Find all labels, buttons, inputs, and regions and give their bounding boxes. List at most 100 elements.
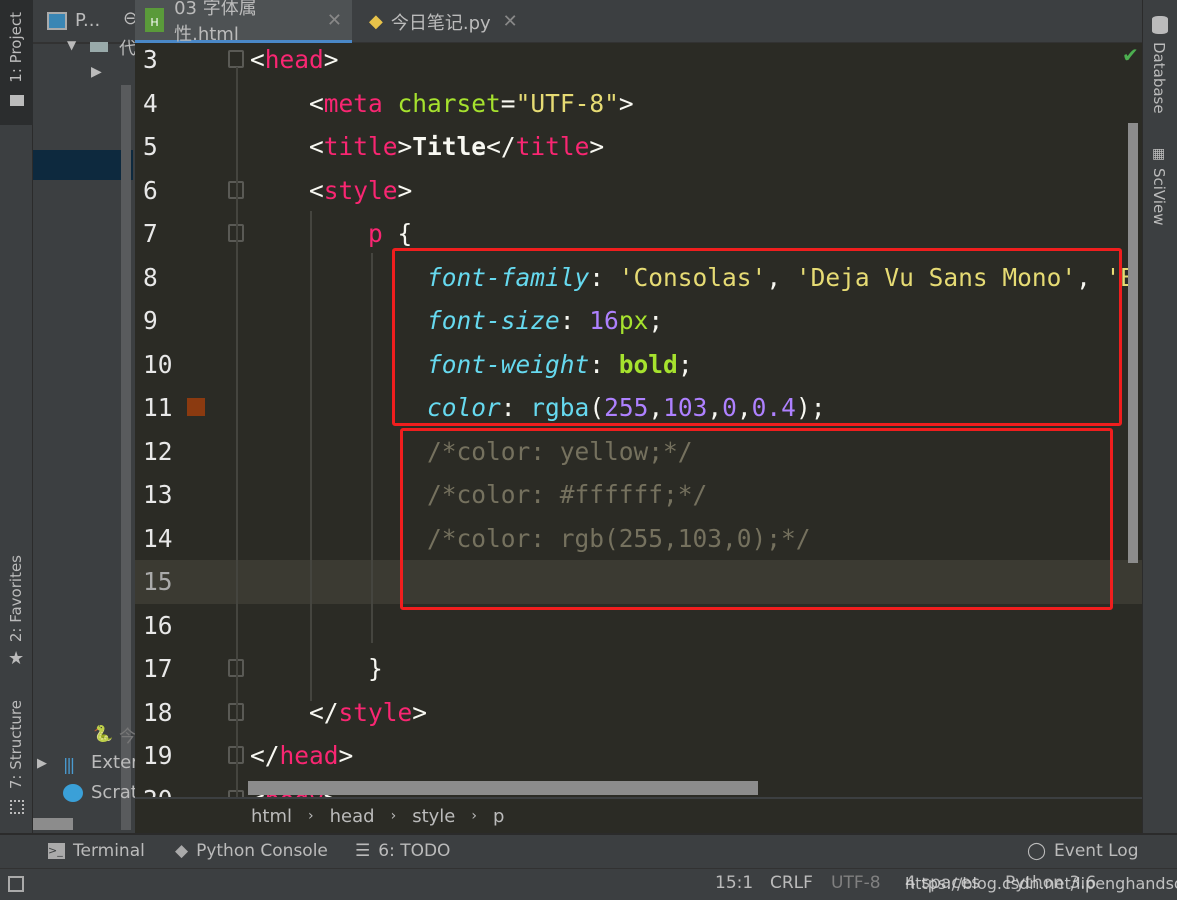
code-token: } bbox=[250, 654, 383, 683]
code-token: p bbox=[368, 219, 383, 248]
line-number: 14 bbox=[143, 523, 173, 553]
python-console-label: Python Console bbox=[196, 841, 328, 861]
project-label: 1: Project bbox=[7, 12, 25, 83]
chevron-right-icon: › bbox=[471, 808, 477, 824]
line-number: 16 bbox=[143, 610, 173, 640]
folder-icon bbox=[10, 95, 24, 106]
collapse-arrow-icon[interactable]: ▶ bbox=[91, 64, 102, 80]
library-icon: ||| bbox=[63, 755, 75, 774]
code-token: charset bbox=[382, 88, 501, 118]
code-text: } bbox=[250, 647, 383, 691]
code-text: <meta charset="UTF-8"> bbox=[250, 82, 634, 126]
code-line[interactable]: 18 </style> bbox=[135, 691, 1142, 735]
horizontal-scrollbar[interactable] bbox=[33, 818, 73, 830]
python-icon: ◆ bbox=[175, 841, 189, 861]
color-swatch[interactable] bbox=[187, 398, 205, 416]
code-line[interactable]: 6 <style> bbox=[135, 169, 1142, 213]
left-tool-strip: 1: Project 2: Favorites ★ 7: Structure bbox=[0, 0, 33, 868]
tool-window-bar: >_ Terminal ◆ Python Console ☰ 6: TODO ◯ Eve… bbox=[0, 833, 1177, 868]
breadcrumb-item[interactable]: style bbox=[412, 806, 455, 827]
line-separator[interactable]: CRLF bbox=[770, 873, 813, 893]
favorites-tool-button[interactable]: 2: Favorites bbox=[7, 555, 25, 642]
sciview-icon: ▦ bbox=[1152, 146, 1166, 162]
sciview-tool-button[interactable]: SciView bbox=[1150, 168, 1168, 226]
event-log-label: Event Log bbox=[1054, 841, 1139, 861]
todo-button[interactable]: ☰ 6: TODO bbox=[355, 841, 450, 861]
close-icon[interactable]: ✕ bbox=[503, 11, 518, 32]
horizontal-scrollbar[interactable] bbox=[248, 781, 758, 795]
line-number: 8 bbox=[143, 262, 158, 292]
status-bar: 15:1 CRLF UTF-8 4 spaces Python 3.6 http… bbox=[0, 868, 1177, 900]
chevron-right-icon: › bbox=[308, 808, 314, 824]
code-line[interactable]: 3 <head> bbox=[135, 43, 1142, 82]
breadcrumb-item[interactable]: head bbox=[330, 806, 375, 827]
line-number: 12 bbox=[143, 436, 173, 466]
tab-notes-py[interactable]: ◆ 今日笔记.py ✕ bbox=[359, 0, 528, 43]
fold-marker-icon[interactable] bbox=[228, 50, 244, 68]
line-number: 17 bbox=[143, 654, 173, 683]
project-panel: P... ⊖ ▼ 代 ▶ 🐍 今 ▶ ||| Exter Scrat bbox=[33, 0, 139, 833]
code-line[interactable]: 16 bbox=[135, 604, 1142, 648]
code-text: <title>Title</title> bbox=[250, 125, 604, 169]
expand-arrow-icon[interactable]: ▶ bbox=[37, 756, 47, 771]
tree-item-scratches[interactable]: Scrat bbox=[91, 782, 138, 803]
tab-03-html[interactable]: H 03 字体属性.html ✕ bbox=[135, 0, 352, 45]
code-token: </ bbox=[486, 132, 516, 161]
code-token: > bbox=[338, 741, 354, 770]
code-token: > bbox=[397, 175, 413, 205]
chevron-right-icon: › bbox=[390, 808, 397, 824]
file-encoding[interactable]: UTF-8 bbox=[831, 873, 881, 893]
line-number: 11 bbox=[143, 393, 173, 422]
python-console-button[interactable]: ◆ Python Console bbox=[175, 841, 328, 861]
list-icon: ☰ bbox=[355, 841, 371, 861]
event-log-button[interactable]: ◯ Event Log bbox=[1027, 841, 1139, 861]
project-view-selector[interactable]: P... bbox=[75, 10, 100, 31]
code-token: head bbox=[264, 45, 324, 74]
terminal-label: Terminal bbox=[73, 841, 145, 861]
code-line[interactable]: 4 <meta charset="UTF-8"> bbox=[135, 82, 1142, 126]
watermark: https://blog.csdn.net/lipenghandsome bbox=[905, 874, 1177, 893]
code-line[interactable]: 5 <title>Title</title> bbox=[135, 125, 1142, 169]
database-icon bbox=[1152, 16, 1168, 34]
tree-item[interactable]: 今 bbox=[119, 722, 136, 747]
breadcrumb-item[interactable]: p bbox=[493, 806, 504, 827]
breadcrumb-item[interactable]: html bbox=[251, 806, 292, 827]
html-file-icon: H bbox=[145, 8, 165, 32]
code-token: > bbox=[323, 45, 339, 74]
line-number: 4 bbox=[143, 88, 158, 118]
structure-tool-button[interactable]: 7: Structure bbox=[7, 700, 25, 789]
todo-label: 6: TODO bbox=[378, 841, 451, 861]
vertical-scrollbar[interactable] bbox=[1128, 123, 1138, 563]
caret-position[interactable]: 15:1 bbox=[715, 873, 753, 893]
event-log-icon: ◯ bbox=[1027, 841, 1047, 861]
highlight-box-comments bbox=[400, 428, 1113, 610]
close-icon[interactable]: ✕ bbox=[327, 10, 342, 31]
project-view-icon bbox=[47, 12, 67, 30]
database-tool-button[interactable]: Database bbox=[1150, 42, 1168, 114]
code-token: title bbox=[323, 132, 398, 161]
code-token: title bbox=[515, 132, 590, 161]
expand-arrow-icon[interactable]: ▼ bbox=[67, 38, 76, 52]
code-editor[interactable]: 3 <head> 4 <meta charset="UTF-8"> 5 <title>… bbox=[135, 43, 1142, 797]
highlight-box-properties bbox=[392, 248, 1122, 426]
selected-tree-row[interactable] bbox=[33, 150, 133, 180]
terminal-icon: >_ bbox=[48, 843, 65, 859]
project-tool-button[interactable]: 1: Project bbox=[0, 0, 33, 125]
ok-check-icon[interactable]: ✔ bbox=[1122, 43, 1139, 67]
code-token: > bbox=[397, 132, 413, 161]
line-number: 13 bbox=[143, 480, 173, 509]
tree-item[interactable]: 代 bbox=[119, 34, 136, 59]
tab-label: 今日笔记.py bbox=[390, 12, 491, 34]
code-line[interactable]: 19 </head> bbox=[135, 734, 1142, 778]
tree-item-external-libraries[interactable]: Exter bbox=[91, 752, 139, 773]
line-number: 6 bbox=[143, 175, 158, 205]
line-number: 19 bbox=[143, 741, 173, 770]
code-token: head bbox=[279, 741, 339, 770]
layout-icon[interactable] bbox=[8, 876, 24, 892]
terminal-button[interactable]: >_ Terminal bbox=[48, 841, 145, 861]
project-scrollbar[interactable] bbox=[121, 85, 131, 830]
code-token: { bbox=[382, 219, 413, 248]
breadcrumb: html › head › style › p bbox=[135, 797, 1142, 833]
code-line[interactable]: 17 } bbox=[135, 647, 1142, 691]
line-number: 3 bbox=[143, 45, 158, 74]
